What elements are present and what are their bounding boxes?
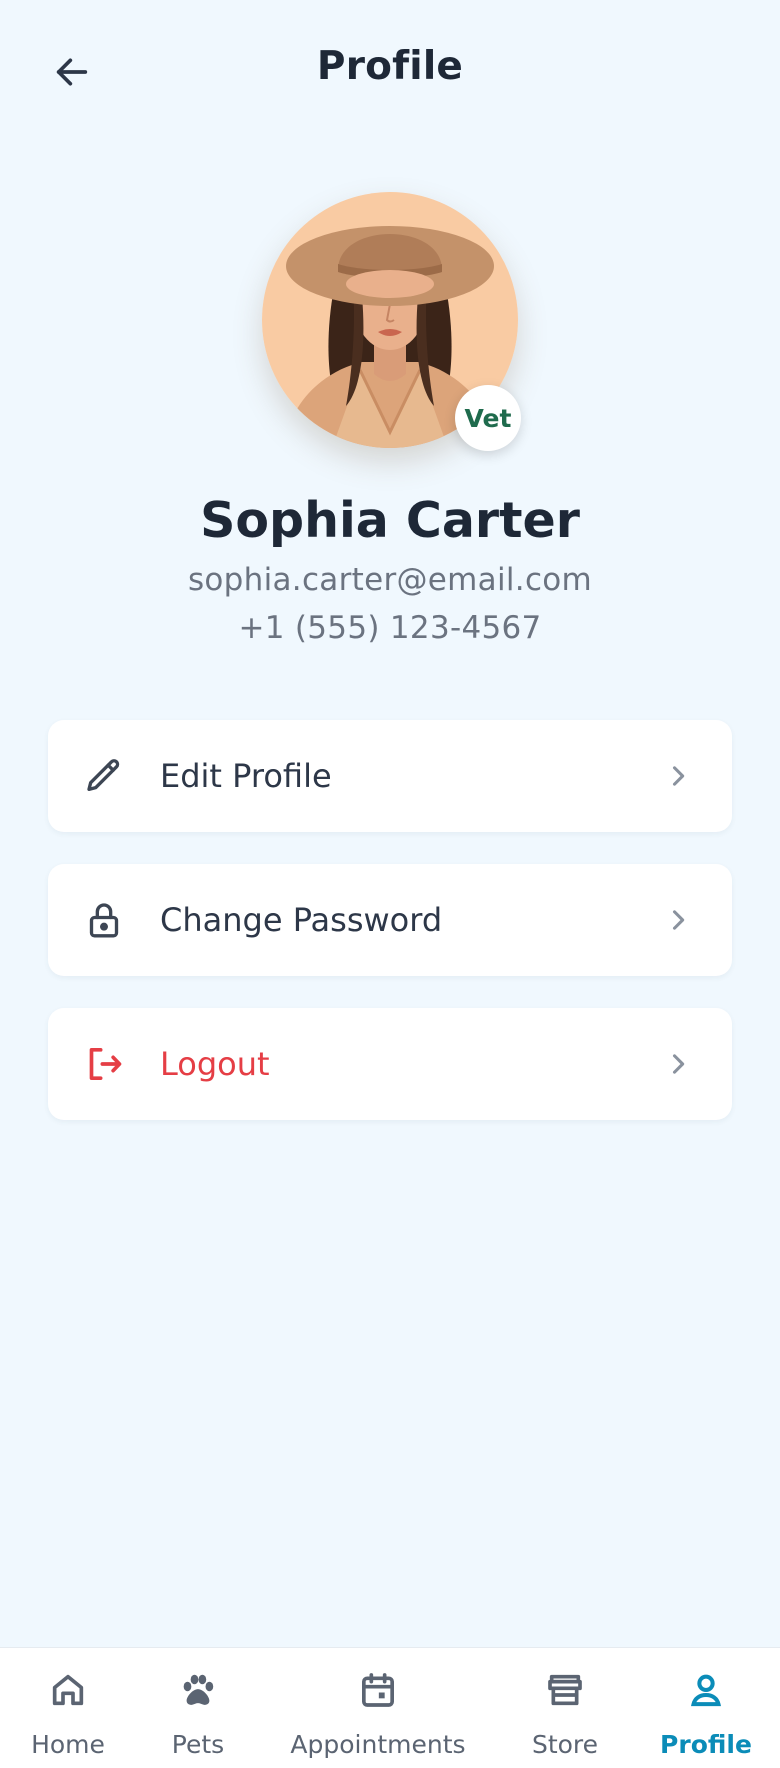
user-email: sophia.carter@email.com [187,562,593,598]
nav-label-pets: Pets [171,1730,225,1759]
change-password-label: Change Password [160,901,443,939]
user-phone: +1 (555) 123-4567 [238,610,542,646]
nav-item-profile[interactable]: Profile [650,1648,762,1768]
nav-item-store[interactable]: Store [515,1648,615,1768]
paw-icon [176,1668,220,1712]
edit-profile-label: Edit Profile [160,757,332,795]
page-title: Profile [316,44,464,89]
calendar-icon [356,1668,400,1712]
nav-label-store: Store [531,1730,599,1759]
logout-button[interactable]: Logout [48,1008,732,1120]
profile-screen: Profile Vet Sophia Carter sophia.carter@… [0,0,780,1768]
lock-icon [82,898,126,942]
logout-icon [82,1042,126,1086]
nav-item-home[interactable]: Home [18,1648,118,1768]
header: Profile [0,0,780,140]
store-icon [543,1668,587,1712]
chevron-right-icon [662,904,694,936]
change-password-button[interactable]: Change Password [48,864,732,976]
logout-label: Logout [160,1045,270,1083]
nav-label-home: Home [31,1730,105,1759]
pencil-icon [82,754,126,798]
home-icon [46,1668,90,1712]
bottom-nav: Home Pets Appointments Store Profile [0,1647,780,1768]
user-name: Sophia Carter [200,492,580,549]
user-icon [684,1668,728,1712]
nav-label-appointments: Appointments [290,1730,466,1759]
nav-item-appointments[interactable]: Appointments [288,1648,468,1768]
chevron-right-icon [662,760,694,792]
role-badge: Vet [455,385,521,451]
nav-label-profile: Profile [660,1730,752,1759]
edit-profile-button[interactable]: Edit Profile [48,720,732,832]
nav-item-pets[interactable]: Pets [148,1648,248,1768]
avatar-container: Vet [262,192,521,451]
chevron-right-icon [662,1048,694,1080]
